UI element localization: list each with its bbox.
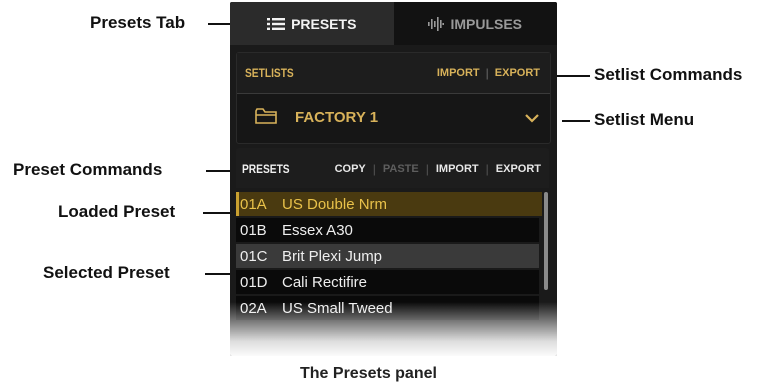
preset-number: 01C	[240, 247, 268, 265]
setlists-title: SETLISTS	[245, 66, 294, 80]
callout-setlist-commands: Setlist Commands	[594, 65, 743, 84]
setlist-export-button[interactable]: EXPORT	[495, 67, 540, 79]
tab-presets-label: PRESETS	[291, 15, 357, 32]
preset-row-selected[interactable]: 01C Brit Plexi Jump	[236, 244, 539, 268]
separator: |	[485, 66, 489, 80]
preset-number: 01B	[240, 221, 267, 239]
callout-preset-commands: Preset Commands	[13, 160, 163, 179]
preset-number: 01A	[240, 195, 267, 213]
preset-name: Essex A30	[282, 221, 353, 239]
tab-impulses[interactable]: IMPULSES	[393, 2, 557, 45]
preset-copy-button[interactable]: COPY	[335, 163, 366, 175]
callout-presets-tab: Presets Tab	[90, 13, 186, 32]
setlists-header: SETLISTS IMPORT | EXPORT	[237, 53, 550, 94]
preset-name: US Small Tweed	[282, 299, 393, 317]
callout-loaded-preset: Loaded Preset	[58, 202, 176, 221]
preset-row[interactable]: 02A US Small Tweed	[236, 296, 539, 320]
tab-impulses-label: IMPULSES	[450, 15, 523, 32]
callout-setlist-menu: Setlist Menu	[594, 110, 695, 129]
tab-presets[interactable]: PRESETS	[230, 2, 394, 45]
callout-selected-preset: Selected Preset	[43, 263, 170, 282]
leader-line	[562, 120, 590, 122]
separator: |	[425, 162, 429, 176]
preset-paste-button[interactable]: PASTE	[383, 163, 419, 175]
preset-name: US Double Nrm	[282, 195, 388, 213]
preset-name: Cali Rectifire	[282, 273, 368, 291]
separator: |	[485, 162, 489, 176]
folder-icon	[255, 108, 277, 129]
figure-caption: The Presets panel	[300, 365, 437, 382]
setlists-section: SETLISTS IMPORT | EXPORT FACTORY 1	[236, 52, 551, 144]
leader-line	[208, 23, 232, 25]
chevron-down-icon[interactable]	[524, 110, 540, 128]
preset-number: 02A	[240, 299, 267, 317]
preset-row-loaded[interactable]: 01A US Double Nrm	[236, 192, 542, 216]
separator: |	[372, 162, 376, 176]
presets-header: PRESETS COPY | PASTE | IMPORT | EXPORT	[236, 148, 549, 188]
presets-panel: PRESETS IMPULSES SETLISTS IMPORT | EXPOR…	[230, 2, 557, 356]
setlist-menu[interactable]: FACTORY 1	[237, 94, 550, 143]
preset-list-scrollbar[interactable]	[544, 192, 548, 290]
setlist-import-button[interactable]: IMPORT	[437, 67, 480, 79]
setlist-commands: IMPORT | EXPORT	[437, 66, 540, 80]
preset-row[interactable]: 01B Essex A30	[236, 218, 539, 242]
list-icon	[267, 17, 286, 31]
preset-export-button[interactable]: EXPORT	[496, 163, 541, 175]
preset-number: 01D	[240, 273, 268, 291]
preset-list: 01A US Double Nrm 01B Essex A30 01C Brit…	[236, 190, 549, 356]
preset-name: Brit Plexi Jump	[282, 247, 383, 265]
tab-bar: PRESETS IMPULSES	[230, 2, 557, 45]
preset-import-button[interactable]: IMPORT	[436, 163, 479, 175]
preset-commands: COPY | PASTE | IMPORT | EXPORT	[335, 162, 541, 176]
setlist-current-name: FACTORY 1	[295, 109, 379, 126]
preset-row[interactable]: 01D Cali Rectifire	[236, 270, 539, 294]
presets-title: PRESETS	[242, 162, 290, 176]
impulse-icon	[428, 16, 445, 31]
